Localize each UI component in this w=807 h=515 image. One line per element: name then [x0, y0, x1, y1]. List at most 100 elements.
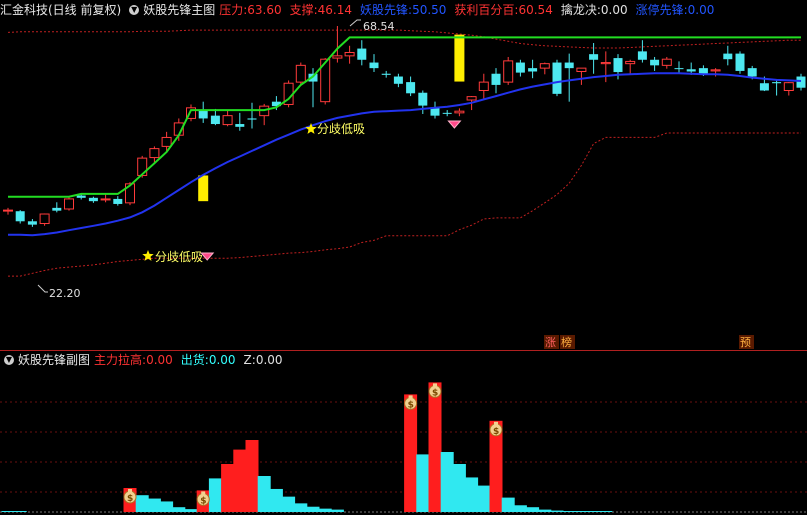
main-indicator-label: 压力: — [219, 3, 248, 17]
candle-body — [686, 69, 696, 72]
candle-body — [235, 124, 245, 127]
zhang-badge[interactable]: 涨 — [544, 335, 559, 349]
sell-bar — [440, 452, 454, 512]
candle-body — [247, 118, 257, 120]
candle-body — [600, 62, 611, 65]
kline-chart[interactable]: $ $ $ $ $ 68.54 22.20 分歧低吸 分歧低吸 涨 榜 预 — [0, 0, 807, 515]
candle-body — [161, 136, 172, 147]
low-price-label: 22.20 — [49, 287, 81, 300]
sub-indicator-label: Z: — [243, 353, 256, 367]
candle-body — [381, 73, 391, 75]
stock-title[interactable]: 汇金科技(日线 前复权) — [0, 1, 121, 19]
candle-body — [735, 53, 745, 71]
main-indicator-label: 获利百分百: — [454, 3, 519, 17]
sub-indicator-values: 主力拉高:0.00 出货:0.00 Z:0.00 — [94, 351, 291, 369]
candle-body — [406, 82, 416, 94]
candle-body — [88, 197, 98, 202]
candle-body — [137, 157, 148, 176]
dropdown-icon[interactable]: ▼ — [129, 5, 140, 15]
candle-body — [113, 198, 123, 204]
main-indicator-label: 涨停先锋: — [635, 3, 688, 17]
sell-bar — [172, 507, 186, 512]
candle-body — [698, 68, 708, 74]
sell-bar — [294, 503, 308, 512]
candle-body — [369, 62, 379, 69]
candle-body — [491, 73, 501, 85]
candle-body — [100, 198, 111, 201]
main-pull-bar — [404, 394, 418, 512]
candle-body — [149, 148, 160, 159]
money-bag-tie — [128, 489, 132, 492]
signal-label-lower: 分歧低吸 — [155, 250, 203, 264]
main-chart-header: 汇金科技(日线 前复权) ▼ 妖股先锋主图 压力:63.60 支撑:46.14 妖股… — [0, 1, 726, 19]
yu-badge[interactable]: 预 — [739, 335, 754, 349]
money-bag-glyph: $ — [493, 427, 499, 437]
sub-indicator-label: 主力拉高: — [94, 353, 147, 367]
candle-body — [39, 213, 50, 225]
money-bag-tie — [408, 395, 413, 399]
main-indicator-value: 46.14 — [317, 3, 353, 17]
sub-chart-header: ▼ 妖股先锋副图 主力拉高:0.00 出货:0.00 Z:0.00 — [0, 351, 295, 369]
sub-indicator-value: 0.00 — [208, 353, 236, 367]
candle-body — [576, 67, 587, 72]
sell-bar — [465, 477, 479, 512]
candle-body — [478, 81, 489, 91]
candle-body — [295, 64, 306, 83]
sell-bar — [257, 476, 271, 512]
main-indicator-value: 0.00 — [600, 3, 628, 17]
main-pull-bar — [245, 440, 259, 512]
bang-badge[interactable]: 榜 — [560, 335, 575, 349]
candle-body — [418, 92, 428, 106]
candle-body — [747, 68, 757, 77]
candle-body — [332, 55, 343, 59]
money-bag-glyph: $ — [432, 388, 438, 398]
signal-bar — [454, 34, 465, 82]
signal-label-upper: 分歧低吸 — [317, 122, 365, 136]
candle-body — [674, 68, 684, 70]
candle-body — [515, 62, 525, 73]
dropdown-icon[interactable]: ▼ — [4, 355, 14, 365]
candle-body — [564, 62, 574, 69]
high-price-label: 68.54 — [363, 20, 395, 33]
main-indicator-value: 63.60 — [247, 3, 282, 17]
money-bag-tie — [201, 491, 206, 495]
candle-body — [15, 211, 25, 222]
main-pull-bar — [428, 382, 442, 512]
money-bag-glyph: $ — [200, 496, 206, 506]
candle-body — [454, 110, 465, 114]
main-pull-bar — [221, 464, 235, 512]
main-indicator-value: 0.00 — [687, 3, 715, 17]
candle-body — [539, 63, 550, 69]
main-indicator-values: 压力:63.60 支撑:46.14 妖股先锋:50.50 获利百分百:60.54 擒龙决… — [219, 1, 722, 19]
sub-indicator-label: 出货: — [180, 353, 209, 367]
candle-body — [27, 221, 37, 225]
candle-body — [661, 58, 672, 66]
sell-bar — [574, 511, 588, 512]
candle-body — [772, 82, 782, 84]
candle-body — [64, 198, 74, 210]
sell-bar — [330, 509, 344, 512]
candle-body — [783, 82, 794, 91]
sell-bar — [13, 511, 27, 512]
sell-bar — [135, 495, 149, 512]
money-bag-tie — [433, 383, 437, 387]
sell-bar — [269, 488, 283, 512]
candle-body — [589, 54, 599, 60]
sell-bar — [513, 505, 527, 512]
candle-body — [52, 207, 62, 211]
candle-body — [552, 62, 562, 94]
sub-indicator-name[interactable]: 妖股先锋副图 — [18, 351, 90, 369]
sell-bar — [184, 509, 198, 512]
sell-bar — [147, 498, 161, 512]
candle-body — [76, 195, 86, 198]
sell-bar — [1, 511, 15, 512]
main-indicator-name[interactable]: 妖股先锋主图 — [143, 1, 215, 19]
main-pull-bar — [233, 449, 247, 512]
sell-bar — [526, 507, 540, 512]
candle-body — [528, 68, 538, 72]
candle-body — [393, 76, 403, 84]
sell-bar — [538, 509, 552, 512]
main-indicator-value: 50.50 — [412, 3, 447, 17]
signal-bar — [198, 175, 209, 202]
sell-bar — [599, 511, 613, 512]
